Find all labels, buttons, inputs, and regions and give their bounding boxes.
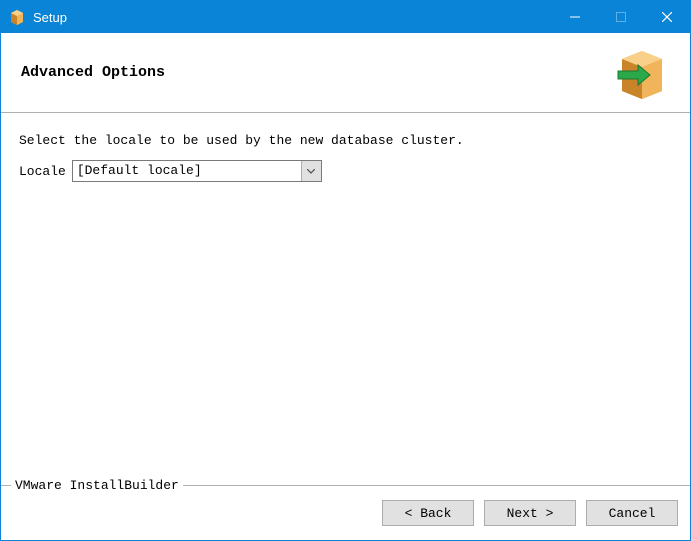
locale-field-row: Locale [Default locale]: [19, 160, 672, 182]
locale-select-value: [Default locale]: [73, 161, 301, 181]
page-title: Advanced Options: [21, 64, 165, 81]
back-button[interactable]: < Back: [382, 500, 474, 526]
header-section: Advanced Options: [1, 33, 690, 113]
box-arrow-icon: [614, 45, 670, 101]
locale-label: Locale: [19, 164, 66, 179]
next-button[interactable]: Next >: [484, 500, 576, 526]
titlebar: Setup: [1, 1, 690, 33]
close-button[interactable]: [644, 1, 690, 33]
chevron-down-icon: [301, 161, 321, 181]
minimize-button[interactable]: [552, 1, 598, 33]
setup-window: Setup Advanced Options: [0, 0, 691, 541]
button-row: < Back Next > Cancel: [1, 486, 690, 540]
window-title: Setup: [33, 10, 552, 25]
titlebar-controls: [552, 1, 690, 33]
maximize-button: [598, 1, 644, 33]
app-icon: [9, 9, 25, 25]
footer-section: VMware InstallBuilder < Back Next > Canc…: [1, 485, 690, 540]
content-area: Select the locale to be used by the new …: [1, 113, 690, 485]
branding-text: VMware InstallBuilder: [11, 478, 183, 493]
cancel-button[interactable]: Cancel: [586, 500, 678, 526]
instruction-text: Select the locale to be used by the new …: [19, 133, 672, 148]
locale-select[interactable]: [Default locale]: [72, 160, 322, 182]
